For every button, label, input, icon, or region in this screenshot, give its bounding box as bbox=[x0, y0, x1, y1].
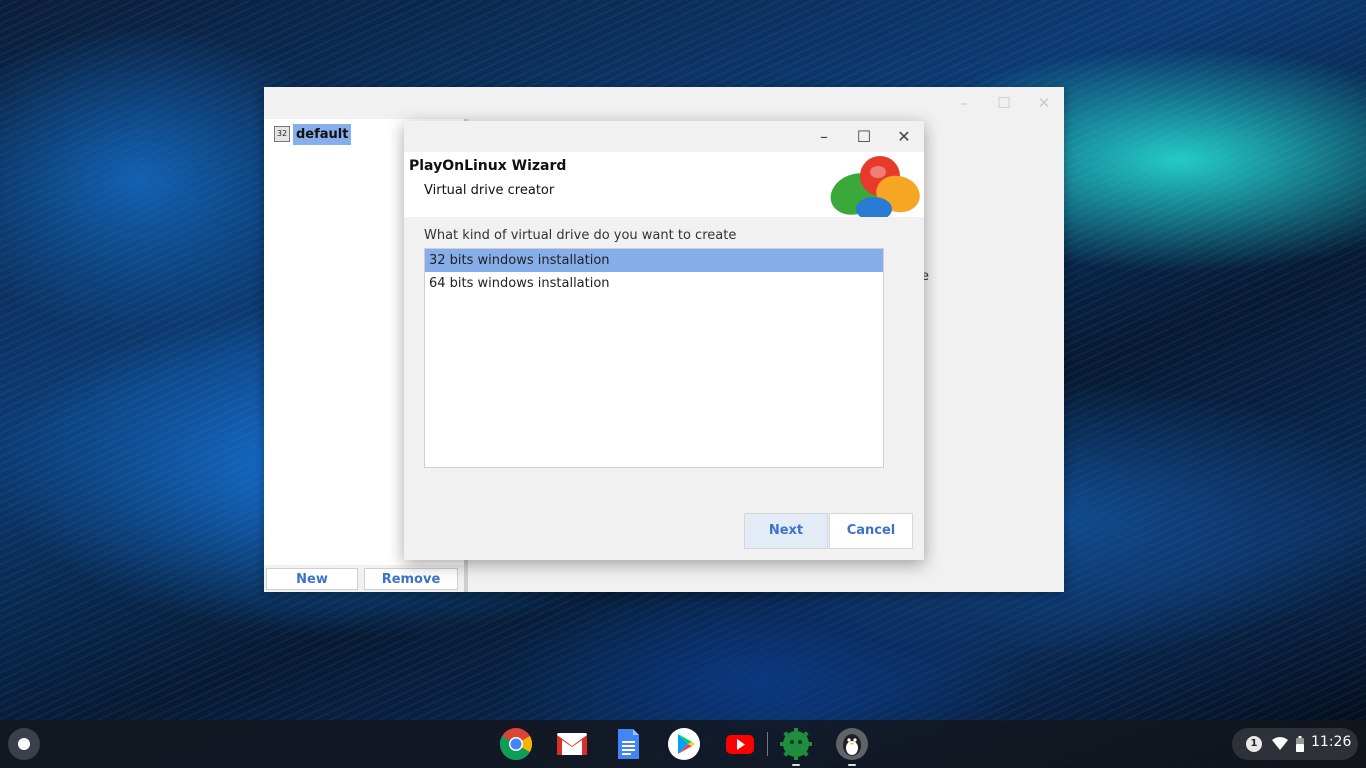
cancel-button[interactable]: Cancel bbox=[829, 513, 913, 549]
remove-button[interactable]: Remove bbox=[364, 568, 458, 590]
minimize-icon[interactable]: – bbox=[812, 125, 836, 149]
wizard-header: PlayOnLinux Wizard Virtual drive creator bbox=[404, 152, 924, 217]
close-icon[interactable]: ✕ bbox=[1034, 93, 1054, 113]
option-64bit[interactable]: 64 bits windows installation bbox=[425, 272, 883, 295]
clock: 11:26 bbox=[1311, 734, 1352, 750]
app-running-indicator bbox=[848, 764, 856, 766]
new-button[interactable]: New bbox=[266, 568, 358, 590]
wine-32bit-icon: 32 bbox=[274, 126, 290, 142]
launcher-button[interactable] bbox=[8, 728, 40, 760]
close-icon[interactable]: ✕ bbox=[892, 125, 916, 149]
minimize-icon[interactable]: – bbox=[954, 93, 974, 113]
play-store-icon[interactable] bbox=[667, 727, 701, 761]
docs-icon[interactable] bbox=[611, 727, 645, 761]
penguin-icon[interactable] bbox=[835, 727, 869, 761]
next-button[interactable]: Next bbox=[744, 513, 828, 549]
notification-count-badge[interactable]: 1 bbox=[1246, 736, 1262, 752]
maximize-icon[interactable]: ☐ bbox=[994, 93, 1014, 113]
chrome-icon[interactable] bbox=[499, 727, 533, 761]
shelf: 1 11:26 bbox=[0, 720, 1366, 768]
shelf-separator bbox=[767, 732, 768, 756]
prefix-list-item-default[interactable]: 32 default bbox=[274, 122, 352, 146]
prefix-label: default bbox=[293, 123, 352, 145]
launcher-icon bbox=[18, 738, 30, 750]
wifi-icon bbox=[1272, 737, 1288, 750]
app-running-indicator bbox=[792, 764, 800, 766]
status-tray[interactable]: 1 11:26 bbox=[1232, 728, 1358, 760]
wizard-question: What kind of virtual drive do you want t… bbox=[424, 228, 737, 243]
gmail-icon[interactable] bbox=[555, 727, 589, 761]
maximize-icon[interactable]: ☐ bbox=[852, 125, 876, 149]
settings-gear-icon[interactable] bbox=[779, 727, 813, 761]
playonlinux-logo-icon bbox=[830, 156, 920, 217]
wizard-title: PlayOnLinux Wizard bbox=[409, 158, 567, 174]
virtual-drive-type-list[interactable]: 32 bits windows installation 64 bits win… bbox=[424, 248, 884, 468]
wizard-dialog: – ☐ ✕ PlayOnLinux Wizard Virtual drive c… bbox=[404, 121, 924, 560]
wizard-subtitle: Virtual drive creator bbox=[424, 183, 555, 198]
wizard-titlebar: – ☐ ✕ bbox=[404, 121, 924, 152]
option-32bit[interactable]: 32 bits windows installation bbox=[425, 249, 883, 272]
battery-icon bbox=[1296, 736, 1304, 752]
youtube-icon[interactable] bbox=[723, 727, 757, 761]
manager-titlebar: – ☐ ✕ bbox=[264, 87, 1064, 119]
